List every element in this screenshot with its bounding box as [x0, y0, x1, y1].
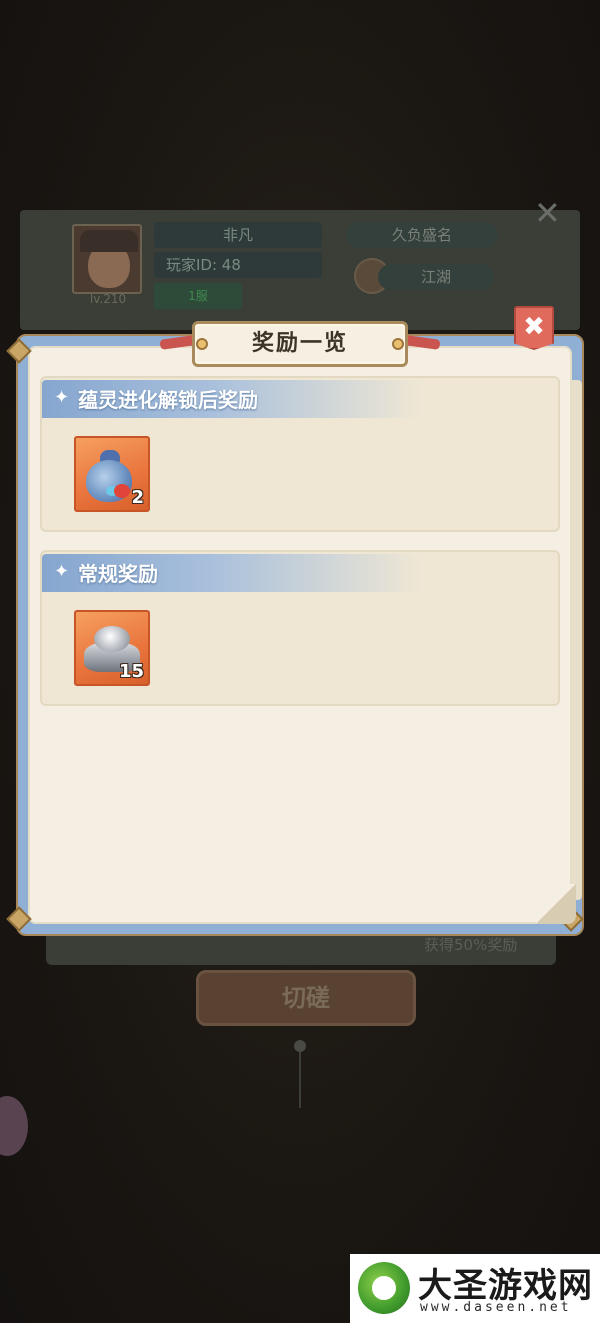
reward-section-unlock: ✦ 蕴灵进化解锁后奖励 2 [40, 376, 560, 532]
paper-curl [536, 884, 576, 924]
sparkle-icon: ✦ [54, 387, 70, 408]
background-close-icon: ✕ [534, 194, 561, 232]
sparkle-icon: ✦ [54, 561, 70, 582]
watermark-logo-inner [372, 1276, 396, 1300]
bonus-text: 获得50%奖励 [424, 936, 518, 954]
duel-button: 切磋 [196, 970, 416, 1026]
player-level: lv.210 [89, 292, 127, 306]
item-count: 15 [118, 661, 144, 682]
guild-name: 江湖 [378, 264, 494, 290]
paper-edge [572, 380, 582, 900]
section-title: 蕴灵进化解锁后奖励 [78, 388, 258, 412]
reward-item-slot[interactable]: 2 [74, 436, 150, 512]
reward-item-slot[interactable]: 15 [74, 610, 150, 686]
reward-section-regular: ✦ 常规奖励 15 [40, 550, 560, 706]
item-count: 2 [131, 487, 144, 508]
popup-title: 奖励一览 [251, 331, 348, 356]
watermark-url: www.daseen.net [420, 1300, 572, 1315]
tassel-ornament [292, 1040, 308, 1110]
silver-ingot-icon-top [94, 626, 130, 652]
close-icon[interactable]: ✖ [514, 310, 554, 344]
player-id: 玩家ID: 48 [154, 252, 322, 278]
section-title: 常规奖励 [78, 562, 158, 586]
avatar-hat [80, 230, 138, 252]
gem-icon [114, 484, 130, 498]
player-avatar [72, 224, 142, 294]
server-tag: 1服 [154, 283, 242, 309]
player-name: 非凡 [154, 222, 322, 248]
player-title: 久负盛名 [346, 222, 498, 248]
